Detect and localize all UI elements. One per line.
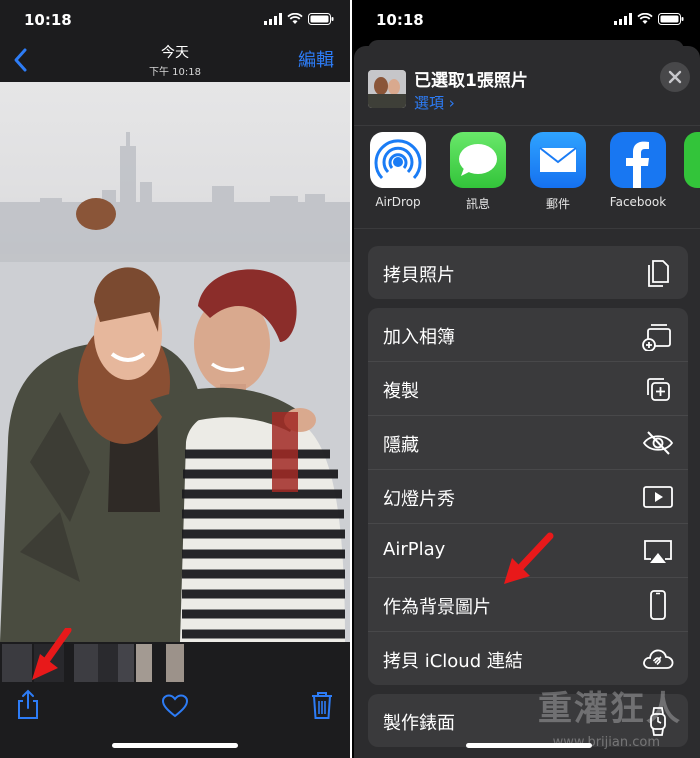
mail-icon	[530, 132, 586, 188]
app-label: 郵件	[545, 197, 570, 211]
app-label: Facebook	[609, 195, 667, 209]
action-label: 拷貝 iCloud 連結	[383, 651, 523, 672]
icloud-link-icon	[643, 649, 674, 669]
edit-button[interactable]: 編輯	[298, 46, 334, 72]
action-label: 拷貝照片	[383, 265, 455, 286]
red-arrow-annotation	[504, 532, 554, 584]
action-label: 隱藏	[383, 435, 419, 456]
action-group-copy: 拷貝照片	[368, 246, 688, 299]
action-label: 加入相簿	[383, 327, 455, 348]
action-group-main: 加入相簿 複製 隱藏 幻燈片秀 AirPlay 作為背景圖片 拷貝 iCloud…	[368, 308, 688, 685]
close-icon	[668, 70, 682, 84]
red-arrow-annotation	[32, 628, 72, 680]
action-label: 複製	[383, 381, 419, 402]
navigation-bar: 今天 下午 10:18 編輯	[0, 40, 350, 82]
close-button[interactable]	[660, 62, 690, 92]
share-app-row: AirDrop 訊息 郵件 Facebook	[368, 132, 700, 212]
watermark-logo: 重灌狂人	[538, 689, 682, 729]
slideshow-play-icon	[643, 486, 673, 508]
thumbnail[interactable]	[118, 644, 134, 682]
action-copy-photo[interactable]: 拷貝照片	[368, 246, 688, 299]
action-slideshow[interactable]: 幻燈片秀	[368, 469, 688, 523]
share-sheet-screen: 10:18 已選取1張照片 選項 › AirDrop 訊息 郵件 Faceboo…	[352, 0, 700, 758]
copy-icon	[648, 260, 669, 287]
selected-photo-thumbnail	[368, 70, 406, 108]
battery-icon	[658, 13, 684, 25]
share-app-facebook[interactable]: Facebook	[598, 132, 678, 209]
wifi-icon	[637, 13, 653, 24]
photos-screen: 10:18 今天 下午 10:18 編輯	[0, 0, 350, 758]
signal-icon	[264, 13, 282, 25]
hide-eye-icon	[642, 431, 674, 455]
action-add-to-album[interactable]: 加入相簿	[368, 308, 688, 361]
share-app-more[interactable]	[684, 132, 700, 188]
share-sheet-title: 已選取1張照片	[414, 71, 528, 91]
header-separator	[354, 125, 700, 126]
action-label: 製作錶面	[383, 713, 455, 734]
thumbnail[interactable]	[98, 644, 118, 682]
share-icon[interactable]	[16, 688, 40, 720]
facebook-icon	[610, 132, 666, 188]
couple-photo	[0, 132, 350, 642]
trash-icon[interactable]	[310, 690, 334, 720]
status-time: 10:18	[376, 11, 424, 29]
home-indicator	[466, 743, 592, 748]
bottom-toolbar	[0, 684, 350, 758]
airdrop-icon	[370, 132, 426, 188]
status-bar: 10:18	[0, 0, 350, 40]
action-hide[interactable]: 隱藏	[368, 415, 688, 469]
status-bar: 10:18	[352, 0, 700, 40]
share-app-airdrop[interactable]: AirDrop	[358, 132, 438, 209]
photo-viewer[interactable]	[0, 82, 350, 642]
battery-icon	[308, 13, 334, 25]
app-label: 訊息	[465, 197, 490, 211]
action-duplicate[interactable]: 複製	[368, 361, 688, 415]
thumbnail-selected[interactable]	[136, 644, 152, 682]
thumbnail[interactable]	[166, 644, 184, 682]
action-label: AirPlay	[383, 539, 446, 560]
signal-icon	[614, 13, 632, 25]
app-label: AirDrop	[375, 195, 421, 209]
thumbnail[interactable]	[2, 644, 32, 682]
airplay-icon	[644, 540, 672, 563]
thumbnail[interactable]	[74, 644, 98, 682]
status-time: 10:18	[24, 11, 72, 29]
share-app-messages[interactable]: 訊息	[438, 132, 518, 212]
app-icon-partial	[684, 132, 700, 188]
action-label: 作為背景圖片	[383, 597, 491, 618]
favorite-heart-icon[interactable]	[162, 694, 188, 718]
messages-icon	[450, 132, 506, 188]
iphone-icon	[650, 590, 666, 620]
share-sheet: 已選取1張照片 選項 › AirDrop 訊息 郵件 Facebook 拷貝照片…	[354, 46, 700, 758]
wifi-icon	[287, 13, 303, 24]
share-app-mail[interactable]: 郵件	[518, 132, 598, 212]
home-indicator	[112, 743, 238, 748]
options-link[interactable]: 選項 ›	[414, 92, 455, 113]
duplicate-icon	[647, 378, 670, 401]
add-to-album-icon	[642, 324, 671, 351]
action-copy-icloud-link[interactable]: 拷貝 iCloud 連結	[368, 631, 688, 685]
action-label: 幻燈片秀	[383, 489, 455, 510]
apps-separator	[354, 228, 700, 229]
